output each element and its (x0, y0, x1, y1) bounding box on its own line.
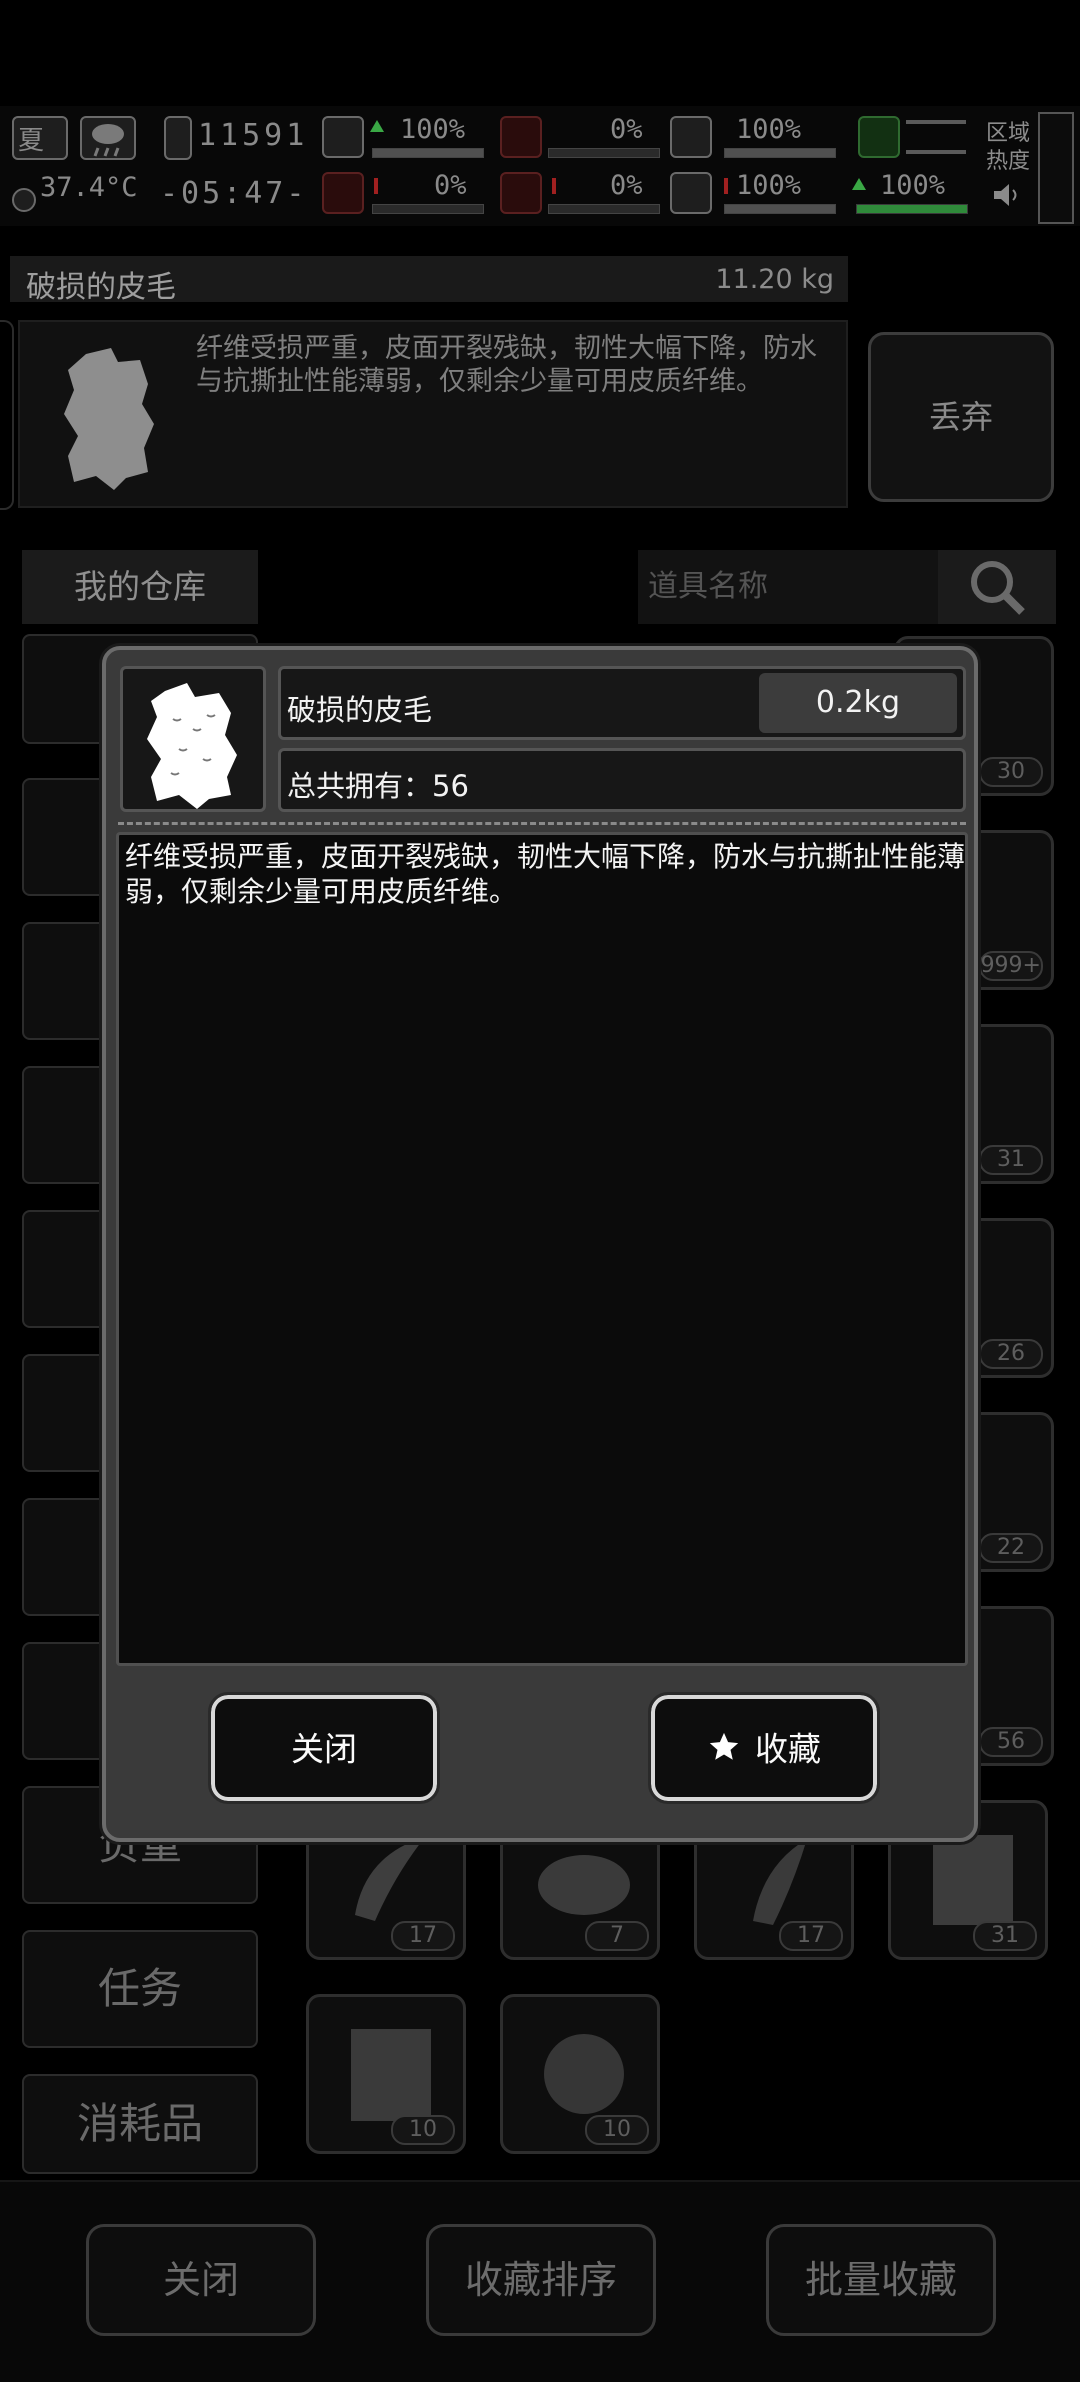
item-description: 纤维受损严重，皮面开裂残缺，韧性大幅下降，防水与抗撕扯性能薄弱，仅剩余少量可用皮… (125, 840, 966, 908)
slot-count: 10 (391, 2115, 455, 2145)
medkit-icon (322, 116, 364, 158)
slot-count: 26 (979, 1339, 1043, 1369)
close-button[interactable]: 关闭 (86, 2224, 316, 2336)
capsule-icon (670, 116, 712, 158)
selected-item-description: 纤维受损严重，皮面开裂残缺，韧性大幅下降，防水与抗撕扯性能薄弱，仅剩余少量可用皮… (196, 333, 817, 397)
cotton-icon (544, 2034, 624, 2114)
mood-bar (724, 204, 836, 214)
speaker-icon[interactable] (992, 182, 1022, 208)
item-name-row: 破损的皮毛 0.2kg (278, 666, 966, 740)
health-value: 100% (400, 114, 466, 145)
fur-icon (56, 344, 166, 494)
energy-bar (724, 148, 836, 158)
counter-icon (164, 116, 192, 160)
lines-icon (906, 120, 966, 154)
batch-favorite-button[interactable]: 批量收藏 (766, 2224, 996, 2336)
item-name: 破损的皮毛 (287, 693, 433, 727)
category-quest[interactable]: 任务 (22, 1930, 258, 2048)
dashed-divider (118, 822, 966, 825)
description-panel: 纤维受损严重，皮面开裂残缺，韧性大幅下降，防水与抗撕扯性能薄弱，仅剩余少量可用皮… (116, 832, 968, 1666)
blood-drop-icon (500, 172, 542, 214)
slot-count: 999+ (978, 951, 1043, 981)
weather-icon (80, 116, 136, 160)
owned-count-row: 总共拥有：56 (278, 748, 966, 812)
stomach-icon (500, 116, 542, 158)
slot-count: 10 (585, 2115, 649, 2145)
counter-readout: 11591 (198, 118, 309, 153)
close-dialog-label: 关闭 (291, 1729, 357, 1769)
thirst-bar (548, 204, 660, 214)
left-edge-tab[interactable] (0, 320, 14, 510)
hunger-value: 0% (610, 114, 643, 145)
brain-icon (322, 172, 364, 214)
zone-heat-meter (1038, 112, 1074, 224)
thirst-value: 0% (610, 170, 643, 201)
slot-count: 17 (391, 1921, 455, 1951)
slot-count: 22 (979, 1533, 1043, 1563)
owned-count-text: 总共拥有：56 (287, 763, 469, 805)
health-bar (372, 148, 484, 158)
pelt-icon (351, 2029, 431, 2121)
owned-label: 总共拥有： (287, 769, 433, 803)
season-label: 夏 (18, 126, 45, 156)
search-button[interactable] (938, 550, 1056, 624)
energy-value: 100% (736, 114, 802, 145)
slot-count: 17 (779, 1921, 843, 1951)
clock-readout: -05:47- (160, 176, 308, 211)
thermometer-icon (12, 188, 36, 212)
close-dialog-button[interactable]: 关闭 (208, 1692, 440, 1804)
sanity-bar (372, 204, 484, 214)
up-arrow-icon (852, 178, 866, 190)
selected-item-weight: 11.20 kg (715, 264, 834, 295)
selected-item-detail: 纤维受损严重，皮面开裂残缺，韧性大幅下降，防水与抗撕扯性能薄弱，仅剩余少量可用皮… (18, 320, 848, 508)
down-arrow-icon (374, 178, 378, 194)
status-hud: 夏 37.4°C 11591 -05:47- 100% 0% 100% 0% 0… (0, 106, 1080, 226)
inventory-slot[interactable]: 10 (306, 1994, 466, 2154)
sanity-value: 0% (434, 170, 467, 201)
favorite-button[interactable]: 收藏 (648, 1692, 880, 1804)
item-icon-frame (120, 666, 266, 812)
heart-icon (670, 172, 712, 214)
zone-label-line2: 热度 (986, 149, 1031, 174)
bottom-action-bar: 关闭 收藏排序 批量收藏 (0, 2180, 1080, 2382)
stamina-bar (856, 204, 968, 214)
up-arrow-icon (370, 120, 384, 132)
flask-icon (858, 116, 900, 158)
hunger-bar (548, 148, 660, 158)
inventory-slot[interactable]: 10 (500, 1994, 660, 2154)
discard-button[interactable]: 丢弃 (868, 332, 1054, 502)
selected-item-header: 破损的皮毛 11.20 kg (10, 256, 848, 305)
slot-count: 56 (979, 1727, 1043, 1757)
fur-icon (147, 683, 237, 809)
zone-label-line1: 区域 (986, 121, 1031, 146)
slot-count: 7 (585, 1921, 649, 1951)
search-icon (971, 561, 1025, 615)
down-arrow-icon (724, 178, 728, 194)
favorite-label: 收藏 (755, 1729, 821, 1769)
sort-favorites-button[interactable]: 收藏排序 (426, 2224, 656, 2336)
temperature-readout: 37.4°C (40, 172, 138, 203)
search-input[interactable]: 道具名称 (638, 550, 938, 624)
slot-count: 30 (979, 757, 1043, 787)
slot-count: 31 (979, 1145, 1043, 1175)
star-icon (709, 1732, 739, 1760)
stamina-value: 100% (880, 170, 946, 201)
slot-count: 31 (973, 1921, 1037, 1951)
item-weight-badge: 0.2kg (759, 673, 957, 733)
selected-item-name: 破损的皮毛 (26, 270, 176, 305)
category-consumables[interactable]: 消耗品 (22, 2074, 258, 2174)
owned-count: 56 (432, 769, 469, 803)
item-detail-dialog: 破损的皮毛 0.2kg 总共拥有：56 纤维受损严重，皮面开裂残缺，韧性大幅下降… (102, 646, 978, 1842)
season-icon: 夏 (12, 116, 68, 160)
zone-heat-label: 区域 热度 (986, 120, 1030, 176)
down-arrow-icon (552, 178, 556, 194)
mood-value: 100% (736, 170, 802, 201)
tab-my-warehouse[interactable]: 我的仓库 (22, 550, 258, 624)
